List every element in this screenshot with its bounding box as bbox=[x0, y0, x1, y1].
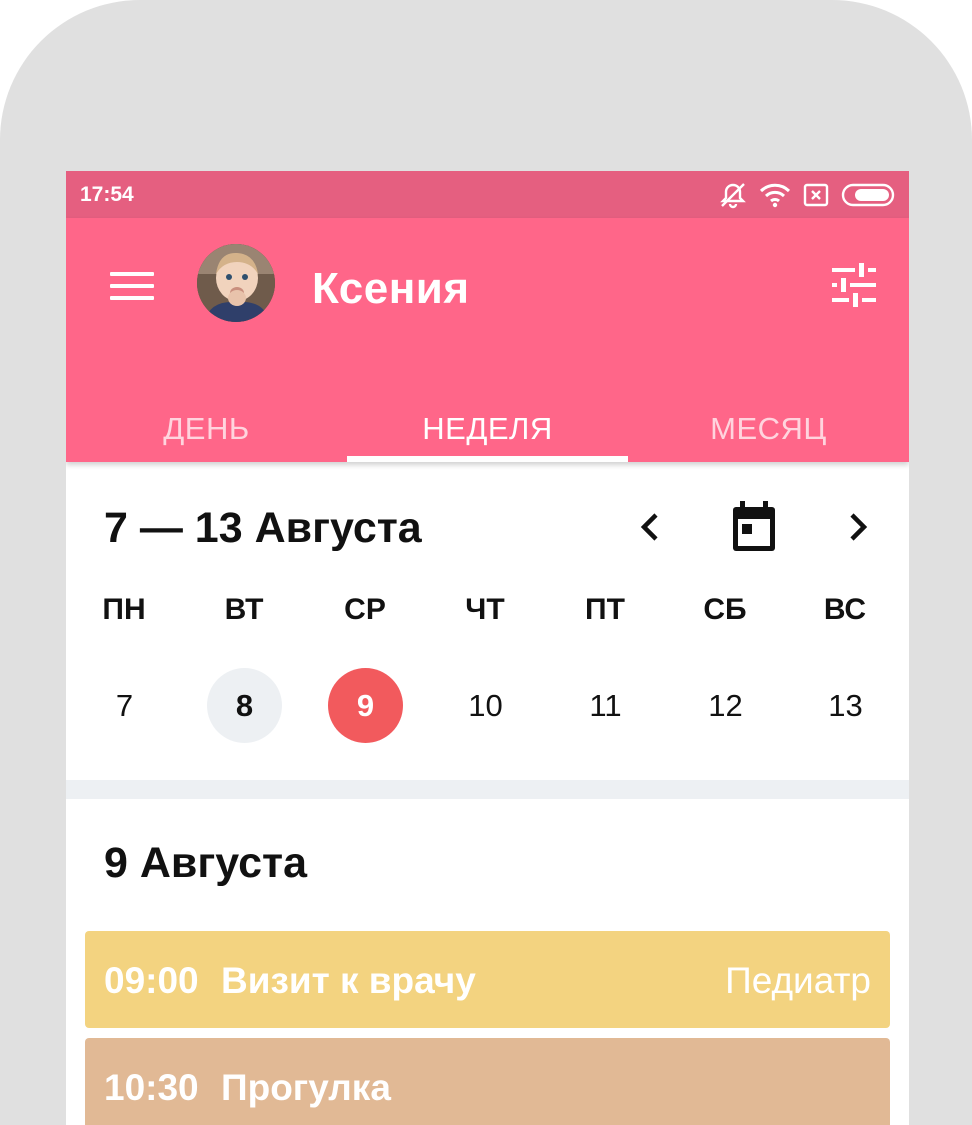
weekday-header: ПН ВТ СР ЧТ ПТ СБ ВС bbox=[66, 593, 909, 633]
phone-frame: 17:54 Ксения ДЕНЬ НЕДЕЛЯ МЕСЯЦ 7 — 13 Ав… bbox=[0, 0, 972, 1125]
date-cell[interactable]: 12 bbox=[688, 668, 763, 743]
weekday-label: ВС bbox=[823, 593, 867, 626]
status-icons bbox=[719, 181, 897, 209]
notifications-off-icon bbox=[720, 183, 746, 209]
event-category: Педиатр bbox=[725, 960, 871, 1001]
week-dates: 7 8 9 10 11 12 13 bbox=[66, 668, 909, 743]
tab-day[interactable]: ДЕНЬ bbox=[66, 406, 347, 462]
weekday-label: ВТ bbox=[224, 593, 264, 626]
no-sim-icon bbox=[803, 183, 829, 207]
tab-week[interactable]: НЕДЕЛЯ bbox=[347, 406, 628, 462]
date-cell-selected[interactable]: 9 bbox=[328, 668, 403, 743]
view-tabs: ДЕНЬ НЕДЕЛЯ МЕСЯЦ bbox=[66, 406, 909, 462]
date-cell[interactable]: 10 bbox=[448, 668, 523, 743]
weekday-label: СР bbox=[344, 593, 386, 626]
app-bar: Ксения ДЕНЬ НЕДЕЛЯ МЕСЯЦ bbox=[66, 218, 909, 462]
date-cell[interactable]: 13 bbox=[808, 668, 883, 743]
tune-icon[interactable] bbox=[829, 263, 879, 307]
weekday-label: ЧТ bbox=[465, 593, 505, 626]
chevron-right-icon[interactable] bbox=[842, 507, 872, 547]
event-time: 10:30 bbox=[104, 1067, 199, 1108]
weekday-label: СБ bbox=[703, 593, 747, 626]
tab-indicator bbox=[347, 456, 628, 462]
avatar[interactable] bbox=[197, 244, 275, 322]
date-cell[interactable]: 11 bbox=[568, 668, 643, 743]
app-screen: 17:54 Ксения ДЕНЬ НЕДЕЛЯ МЕСЯЦ 7 — 13 Ав… bbox=[66, 171, 909, 1125]
menu-icon[interactable] bbox=[108, 268, 156, 304]
calendar-icon[interactable] bbox=[730, 501, 778, 553]
wifi-icon bbox=[759, 183, 791, 208]
tab-month[interactable]: МЕСЯЦ bbox=[628, 406, 909, 462]
child-photo-icon bbox=[197, 244, 275, 322]
day-title: 9 Августа bbox=[104, 839, 307, 887]
weekday-label: ПН bbox=[102, 593, 146, 626]
profile-name: Ксения bbox=[312, 264, 470, 313]
event-name: Прогулка bbox=[221, 1067, 391, 1108]
date-cell[interactable]: 7 bbox=[87, 668, 162, 743]
weekday-label: ПТ bbox=[585, 593, 625, 626]
event-card[interactable]: 10:30 Прогулка bbox=[85, 1038, 890, 1125]
event-time: 09:00 bbox=[104, 960, 199, 1001]
event-name: Визит к врачу bbox=[221, 960, 476, 1001]
section-divider bbox=[66, 780, 909, 799]
week-range-title: 7 — 13 Августа bbox=[104, 504, 422, 552]
date-cell-highlighted[interactable]: 8 bbox=[207, 668, 282, 743]
status-time: 17:54 bbox=[80, 183, 134, 206]
event-card[interactable]: 09:00 Визит к врачу Педиатр bbox=[85, 931, 890, 1028]
chevron-left-icon[interactable] bbox=[636, 507, 666, 547]
status-bar: 17:54 bbox=[66, 171, 909, 218]
battery-icon bbox=[841, 183, 895, 207]
